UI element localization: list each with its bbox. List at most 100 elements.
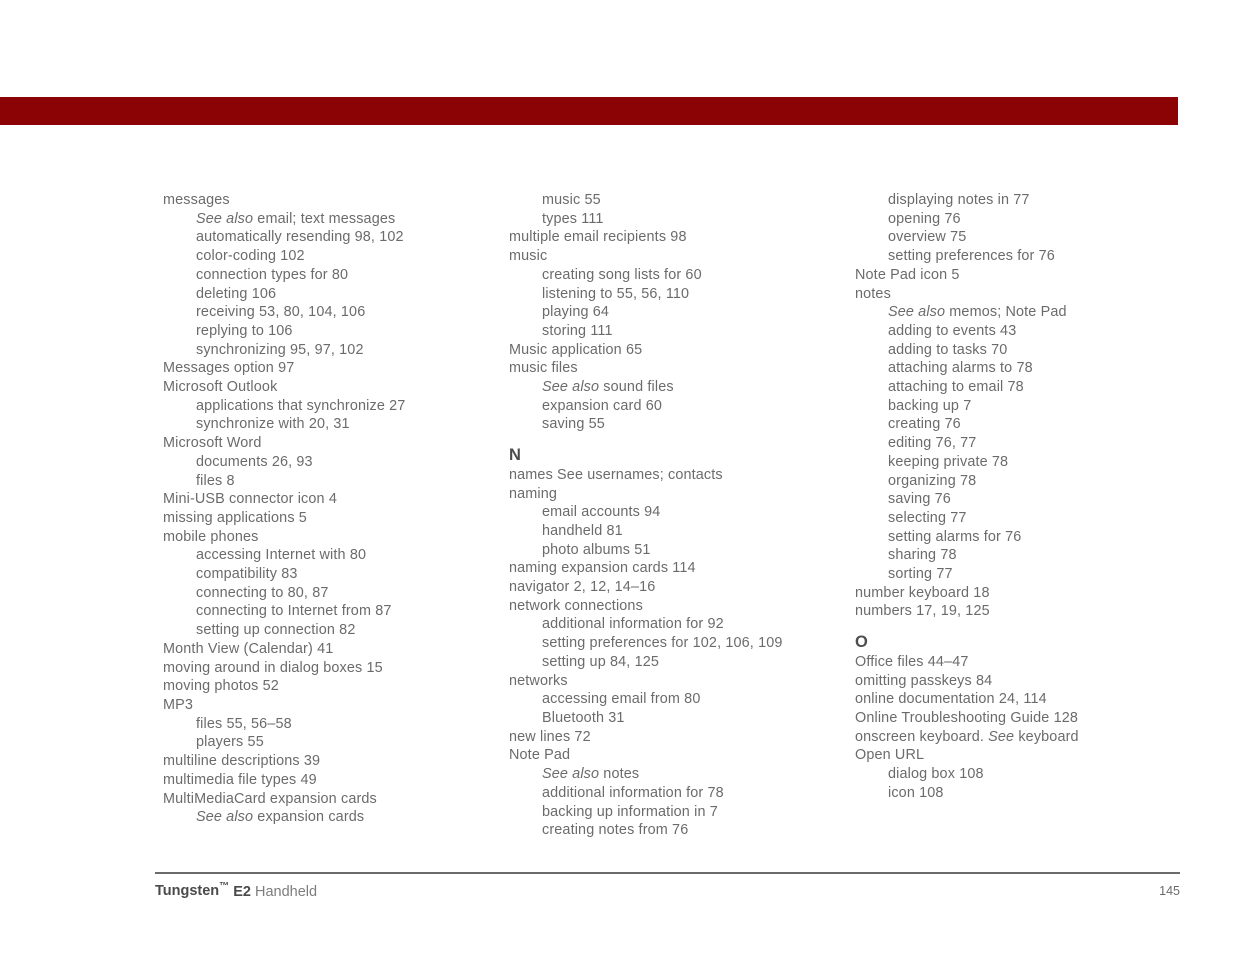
index-subentry: accessing Internet with 80 <box>196 547 367 564</box>
see-also-label: See also <box>888 304 946 321</box>
index-subentry: creating 76 <box>888 416 961 433</box>
index-subentry: editing 76, 77 <box>888 435 977 452</box>
index-entry: Office files 44–47 <box>855 653 969 670</box>
index-entry: naming <box>509 485 558 502</box>
index-subentry: setting preferences for 102, 106, 109 <box>542 635 783 652</box>
index-entry: Microsoft Outlook <box>163 379 278 396</box>
index-entry: numbers 17, 19, 125 <box>855 603 990 620</box>
index-entry: number keyboard 18 <box>855 584 990 601</box>
index-entry: navigator 2, 12, 14–16 <box>509 579 656 596</box>
index-subentry: attaching alarms to 78 <box>888 360 1033 377</box>
index-subentry: connection types for 80 <box>196 266 349 283</box>
index-subentry: players 55 <box>196 734 264 751</box>
index-subentry: deleting 106 <box>196 285 277 302</box>
index-entry: Month View (Calendar) 41 <box>163 640 334 657</box>
index-entry: notes <box>855 285 891 302</box>
index-subentry: saving 55 <box>542 416 605 433</box>
index-subentry: playing 64 <box>542 304 610 321</box>
index-entry: Messages option 97 <box>163 360 295 377</box>
index-entry: online documentation 24, 114 <box>855 691 1047 708</box>
index-subentry: additional information for 78 <box>542 784 724 801</box>
index-section-letter: N <box>509 446 521 465</box>
see-also-label: See also <box>542 766 600 783</box>
trademark-icon: ™ <box>219 881 230 893</box>
index-subentry: sorting 77 <box>888 566 953 583</box>
footer-row: Tungsten™ E2 Handheld 145 <box>155 882 1180 900</box>
index-column-1: messages See also email; text messages aut… <box>163 191 493 827</box>
index-subentry: creating notes from 76 <box>542 822 689 839</box>
index-entry: mobile phones <box>163 528 259 545</box>
index-subentry: Bluetooth 31 <box>542 709 625 726</box>
index-entry: MultiMediaCard expansion cards <box>163 790 377 807</box>
index-subentry: backing up 7 <box>888 397 972 414</box>
index-subentry: synchronize with 20, 31 <box>196 416 350 433</box>
index-subentry: See also sound files <box>542 379 674 396</box>
index-entry: music <box>509 248 548 265</box>
index-entry: onscreen keyboard. See keyboard <box>855 728 1079 745</box>
index-entry: multiline descriptions 39 <box>163 753 321 770</box>
index-entry: multimedia file types 49 <box>163 771 317 788</box>
header-band <box>0 97 1178 125</box>
index-subentry: setting alarms for 76 <box>888 528 1022 545</box>
index-subentry: accessing email from 80 <box>542 691 701 708</box>
index-subentry: backing up information in 7 <box>542 803 718 820</box>
index-subentry: displaying notes in 77 <box>888 192 1030 208</box>
index-subentry: opening 76 <box>888 210 961 227</box>
index-entry: missing applications 5 <box>163 509 307 526</box>
brand-name: Tungsten™ <box>155 881 230 900</box>
index-subentry: setting up connection 82 <box>196 622 356 639</box>
index-subentry: photo albums 51 <box>542 541 651 558</box>
index-subentry: saving 76 <box>888 491 951 508</box>
index-subentry: selecting 77 <box>888 509 967 526</box>
index-entry: omitting passkeys 84 <box>855 672 993 689</box>
index-entry: messages <box>163 192 230 208</box>
footer-divider <box>155 872 1180 874</box>
index-entry: Music application 65 <box>509 341 643 358</box>
index-entry: naming expansion cards 114 <box>509 560 696 577</box>
index-subentry: adding to events 43 <box>888 322 1017 339</box>
index-subentry: receiving 53, 80, 104, 106 <box>196 304 366 321</box>
index-subentry: See also email; text messages <box>196 210 396 227</box>
see-label: See <box>988 728 1015 745</box>
index-subentry: automatically resending 98, 102 <box>196 229 404 246</box>
page-number: 145 <box>1159 884 1180 899</box>
index-subentry: email accounts 94 <box>542 504 661 521</box>
footer-product-name: Tungsten™ E2 Handheld <box>155 882 317 900</box>
index-entry: Note Pad icon 5 <box>855 266 960 283</box>
index-column-3: displaying notes in 77 opening 76 overview… <box>855 191 1185 803</box>
index-entry: MP3 <box>163 696 194 713</box>
index-entry: Microsoft Word <box>163 435 262 452</box>
index-subentry: setting preferences for 76 <box>888 248 1055 265</box>
index-subentry: See also notes <box>542 766 640 783</box>
device-kind-label: Handheld <box>254 883 318 900</box>
index-subentry: color-coding 102 <box>196 248 305 265</box>
index-column-2: music 55 types 111 multiple email recipien… <box>509 191 839 840</box>
index-entry: moving around in dialog boxes 15 <box>163 659 383 676</box>
index-subentry: See also expansion cards <box>196 809 365 826</box>
index-subentry: organizing 78 <box>888 472 977 489</box>
see-also-label: See also <box>196 809 254 826</box>
index-subentry: adding to tasks 70 <box>888 341 1008 358</box>
index-subentry: See also memos; Note Pad <box>888 304 1067 321</box>
index-entry: Mini-USB connector icon 4 <box>163 491 337 508</box>
index-subentry: overview 75 <box>888 229 967 246</box>
index-subentry: keeping private 78 <box>888 453 1009 470</box>
index-subentry: music 55 <box>542 192 601 208</box>
index-entry: Note Pad <box>509 747 571 764</box>
index-subentry: compatibility 83 <box>196 566 298 583</box>
index-subentry: dialog box 108 <box>888 766 984 783</box>
index-entry: multiple email recipients 98 <box>509 229 687 246</box>
index-subentry: applications that synchronize 27 <box>196 397 406 414</box>
index-subentry: types 111 <box>542 210 604 227</box>
index-section-letter: O <box>855 633 868 652</box>
index-entry: networks <box>509 672 568 689</box>
index-subentry: attaching to email 78 <box>888 379 1024 396</box>
index-entry: Open URL <box>855 747 925 764</box>
index-subentry: documents 26, 93 <box>196 453 313 470</box>
index-subentry: creating song lists for 60 <box>542 266 702 283</box>
brand-label: Tungsten <box>155 883 220 900</box>
index-subentry: setting up 84, 125 <box>542 653 660 670</box>
index-entry: new lines 72 <box>509 728 591 745</box>
index-entry: Online Troubleshooting Guide 128 <box>855 709 1079 726</box>
index-subentry: replying to 106 <box>196 322 293 339</box>
